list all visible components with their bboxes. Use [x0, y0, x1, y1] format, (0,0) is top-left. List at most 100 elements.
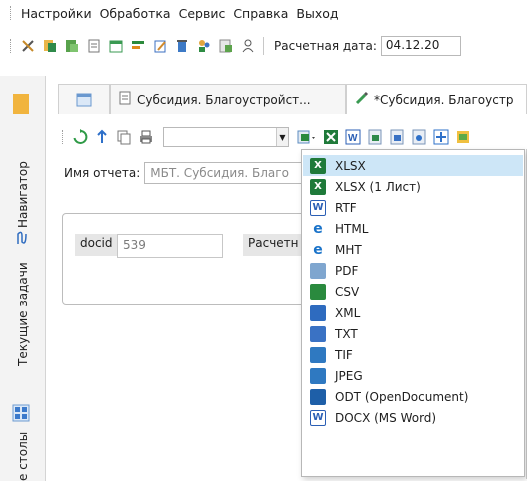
tab-subsidy-2[interactable]: *Субсидия. Благоустр	[346, 84, 527, 114]
pencil-icon	[355, 91, 369, 108]
toolbar-separator	[263, 37, 264, 55]
export-item-docx-ms-word[interactable]: W DOCX (MS Word)	[303, 407, 523, 428]
menu-grip	[10, 6, 13, 20]
export-doc-icon-4[interactable]	[433, 129, 449, 145]
doc-edit-icon[interactable]	[218, 38, 234, 54]
image-icon	[310, 367, 326, 384]
excel-icon: X	[310, 157, 326, 174]
export-item-xlsx[interactable]: X XLSX	[303, 155, 523, 176]
export-item-label: ODT (OpenDocument)	[335, 389, 469, 404]
csv-icon	[310, 283, 326, 300]
doc-icon	[119, 91, 131, 108]
svg-text:W: W	[348, 133, 358, 144]
menu-item-exit[interactable]: Выход	[292, 6, 342, 21]
current-tasks-tab[interactable]: Текущие задачи	[16, 262, 30, 366]
tools-icon[interactable]	[20, 38, 36, 54]
tab-strip: Субсидия. Благоустройст... *Субсидия. Бл…	[58, 84, 527, 114]
export-item-mht[interactable]: e MHT	[303, 239, 523, 260]
ie-icon: e	[313, 241, 323, 258]
menu-bar: Настройки Обработка Сервис Справка Выход	[0, 0, 527, 26]
tab-subsidy-1-label: Субсидия. Благоустройст...	[137, 92, 311, 107]
export-item-label: JPEG	[335, 368, 363, 383]
export-item-rtf[interactable]: W RTF	[303, 197, 523, 218]
word-icon: W	[310, 409, 326, 426]
txt-icon	[310, 325, 326, 342]
export-doc-icon-1[interactable]	[367, 129, 383, 145]
export-doc-icon-5[interactable]	[455, 129, 471, 145]
export-item-xml[interactable]: XML	[303, 302, 523, 323]
export-item-txt[interactable]: TXT	[303, 323, 523, 344]
export-item-html[interactable]: e HTML	[303, 218, 523, 239]
tasks-icon[interactable]	[14, 230, 30, 246]
xml-icon	[310, 304, 326, 321]
odt-icon	[310, 388, 326, 405]
word-export-icon[interactable]: W	[345, 129, 361, 145]
docid-field[interactable]: 539	[117, 234, 223, 258]
chart-icon[interactable]	[130, 38, 146, 54]
desktops-icon[interactable]	[12, 404, 30, 422]
edit-icon[interactable]	[152, 38, 168, 54]
user-icon[interactable]	[240, 38, 256, 54]
navigator-tab[interactable]: Навигатор	[16, 161, 30, 228]
docs-icon[interactable]	[42, 38, 58, 54]
main-toolbar: Расчетная дата: 04.12.20	[0, 33, 527, 59]
ie-icon: e	[313, 220, 323, 237]
window-icon	[76, 93, 92, 106]
tab-home[interactable]	[58, 84, 110, 114]
export-item-label: RTF	[335, 200, 357, 215]
side-panel: Навигатор Текущие задачи е столы	[0, 76, 46, 481]
export-doc-icon-3[interactable]	[411, 129, 427, 145]
menu-item-settings[interactable]: Настройки	[17, 6, 96, 21]
export-item-label: CSV	[335, 284, 360, 299]
menu-item-service[interactable]: Сервис	[175, 6, 230, 21]
excel-export-icon[interactable]	[323, 129, 339, 145]
chevron-down-icon[interactable]: ▼	[276, 128, 288, 146]
export-format-menu: X XLSX X XLSX (1 Лист) W RTF e HTML e MHT PDF CSV XM…	[301, 149, 525, 477]
export-item-odt-opendocument[interactable]: ODT (OpenDocument)	[303, 386, 523, 407]
export-item-label: PDF	[335, 263, 359, 278]
docid-label: docid	[75, 234, 118, 256]
page-icon[interactable]	[86, 38, 102, 54]
excel-icon: X	[310, 178, 326, 195]
tab-subsidy-2-label: *Субсидия. Благоустр	[374, 92, 514, 107]
up-arrow-icon[interactable]	[94, 129, 110, 145]
export-item-xlsx-1[interactable]: X XLSX (1 Лист)	[303, 176, 523, 197]
word-icon: W	[310, 199, 326, 216]
export-item-label: XLSX (1 Лист)	[335, 179, 421, 194]
image-icon	[310, 346, 326, 363]
calc-date-label: Расчетная дата:	[274, 39, 377, 53]
export-item-label: TIF	[335, 347, 353, 362]
menu-item-processing[interactable]: Обработка	[96, 6, 175, 21]
export-item-label: XLSX	[335, 158, 366, 173]
pdf-icon	[310, 262, 326, 279]
navigator-icon[interactable]	[12, 92, 30, 114]
export-item-label: DOCX (MS Word)	[335, 410, 437, 425]
print-icon[interactable]	[138, 129, 154, 145]
parameters-panel: docid 539 Расчетн	[62, 213, 325, 305]
report-toolbar-grip	[62, 130, 65, 144]
export-item-label: TXT	[335, 326, 358, 341]
export-item-tif[interactable]: TIF	[303, 344, 523, 365]
refresh-icon[interactable]	[72, 129, 88, 145]
toolbar-grip	[10, 39, 13, 53]
report-template-combo[interactable]: ▼	[163, 127, 289, 147]
tab-subsidy-1[interactable]: Субсидия. Благоустройст...	[110, 84, 346, 114]
doc-green-icon[interactable]	[64, 38, 80, 54]
delete-icon[interactable]	[174, 38, 190, 54]
export-item-csv[interactable]: CSV	[303, 281, 523, 302]
people-icon[interactable]	[196, 38, 212, 54]
report-toolbar: ▼ W	[58, 124, 527, 150]
copy-icon[interactable]	[116, 129, 132, 145]
export-item-label: MHT	[335, 242, 362, 257]
export-menu-button[interactable]	[297, 129, 317, 145]
export-item-label: XML	[335, 305, 361, 320]
menu-item-help[interactable]: Справка	[229, 6, 292, 21]
report-name-label: Имя отчета:	[64, 166, 141, 180]
calendar-icon[interactable]	[108, 38, 124, 54]
export-doc-icon-2[interactable]	[389, 129, 405, 145]
export-item-label: HTML	[335, 221, 369, 236]
export-item-jpeg[interactable]: JPEG	[303, 365, 523, 386]
calc-date-field[interactable]: 04.12.20	[380, 36, 461, 56]
export-item-pdf[interactable]: PDF	[303, 260, 523, 281]
desktops-tab[interactable]: е столы	[16, 432, 30, 481]
